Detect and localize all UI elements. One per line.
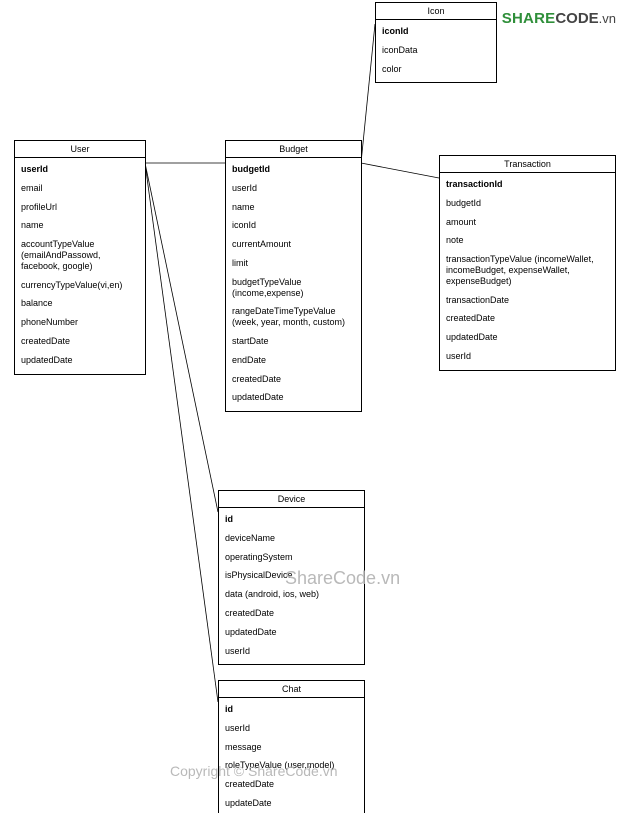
entity-field: userId [226,179,361,198]
primary-key: transactionId [440,175,615,194]
entity-field: iconId [226,216,361,235]
entity-field: endDate [226,351,361,370]
entity-device: Device iddeviceNameoperatingSystemisPhysi… [218,490,365,665]
entity-field: accountTypeValue (emailAndPassowd, faceb… [15,235,145,275]
entity-title: Device [219,491,364,508]
relation-line [361,24,375,163]
logo-text-3: .vn [599,11,616,26]
entity-field: name [226,198,361,217]
entity-icon: Icon iconIdiconDatacolor [375,2,497,83]
entity-field: updatedDate [440,328,615,347]
entity-title: Icon [376,3,496,20]
entity-field: updatedDate [219,623,364,642]
entity-user: User userIdemailprofileUrlnameaccountType… [14,140,146,375]
relation-line [145,163,218,702]
primary-key: id [219,700,364,719]
entity-field: limit [226,254,361,273]
entity-field: createdDate [440,309,615,328]
entity-field: transactionDate [440,291,615,310]
primary-key: userId [15,160,145,179]
entity-field: budgetTypeValue (income,expense) [226,273,361,303]
entity-field: phoneNumber [15,313,145,332]
entity-field: currentAmount [226,235,361,254]
logo-text-1: SHARE [502,10,556,27]
entity-title: Budget [226,141,361,158]
entity-field: iconData [376,41,496,60]
entity-field: budgetId [440,194,615,213]
relation-line [145,163,218,512]
entity-field: name [15,216,145,235]
entity-field: userId [440,347,615,366]
entity-field: color [376,60,496,79]
entity-field: startDate [226,332,361,351]
entity-field: updatedDate [15,351,145,370]
entity-field: updateDate [219,794,364,813]
primary-key: iconId [376,22,496,41]
entity-field: data (android, ios, web) [219,585,364,604]
entity-budget: Budget budgetIduserIdnameiconIdcurrentAmo… [225,140,362,412]
entity-field: email [15,179,145,198]
entity-field: createdDate [219,604,364,623]
entity-transaction: Transaction transactionIdbudgetIdamountno… [439,155,616,371]
entity-field: amount [440,213,615,232]
entity-field: roleTypeValue (user,model) [219,756,364,775]
entity-field: userId [219,719,364,738]
entity-title: Transaction [440,156,615,173]
entity-field: currencyTypeValue(vi,en) [15,276,145,295]
entity-field: createdDate [219,775,364,794]
entity-title: Chat [219,681,364,698]
er-diagram-canvas: SHARECODE.vn UseruserIdemailprofileUrlna… [0,0,624,813]
entity-field: createdDate [226,370,361,389]
entity-field: note [440,231,615,250]
entity-field: userId [219,642,364,661]
entity-chat: Chat iduserIdmessageroleTypeValue (user,m… [218,680,365,813]
primary-key: budgetId [226,160,361,179]
entity-field: createdDate [15,332,145,351]
entity-field: operatingSystem [219,548,364,567]
entity-field: transactionTypeValue (incomeWallet, inco… [440,250,615,290]
entity-field: rangeDateTimeTypeValue (week, year, mont… [226,302,361,332]
entity-field: deviceName [219,529,364,548]
entity-field: isPhysicalDevice [219,566,364,585]
entity-field: balance [15,294,145,313]
entity-field: updatedDate [226,388,361,407]
primary-key: id [219,510,364,529]
entity-field: profileUrl [15,198,145,217]
logo-text-2: CODE [555,10,598,27]
relation-line [361,163,439,178]
entity-field: message [219,738,364,757]
entity-title: User [15,141,145,158]
